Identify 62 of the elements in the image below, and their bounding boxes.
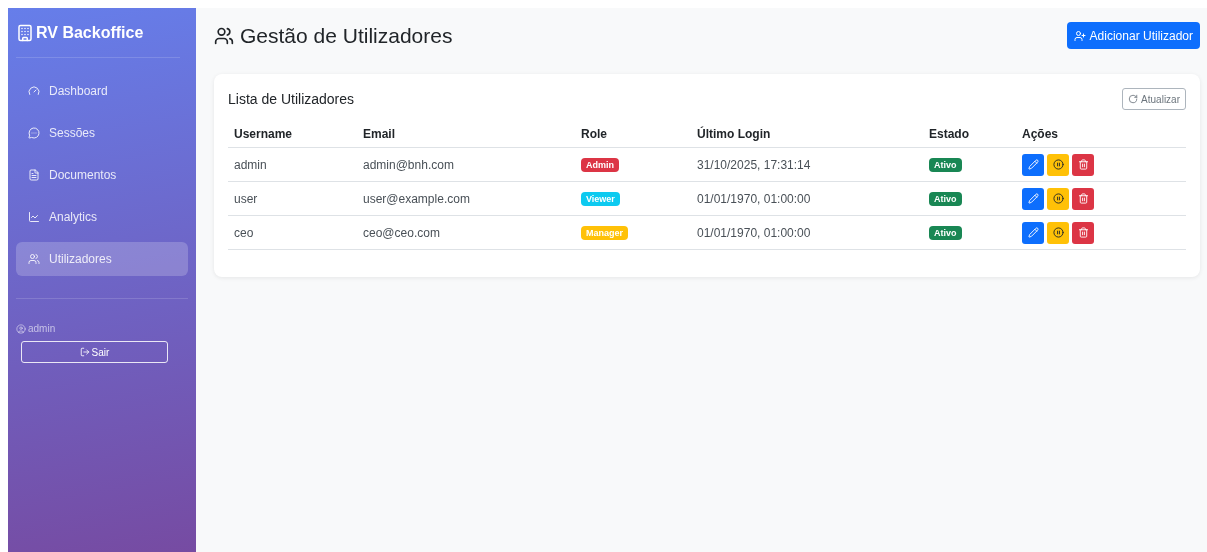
column-header: Estado [923,127,1016,148]
table-cell: 01/01/1970, 01:00:00 [691,181,923,216]
column-header: Email [357,127,575,148]
line-chart-icon [28,211,40,223]
status-badge: Ativo [929,226,962,240]
column-header: Role [575,127,691,148]
logout-button[interactable]: Sair [21,341,168,363]
trash-icon [1077,193,1089,204]
pause-button[interactable] [1047,221,1069,244]
edit-button[interactable] [1022,221,1044,244]
trash-icon [1077,159,1089,170]
card-title: Lista de Utilizadores [228,91,355,107]
add-user-button[interactable]: Adicionar Utilizador [1066,22,1200,49]
add-user-icon [1073,29,1086,42]
status-badge: Ativo [929,192,962,206]
table-cell: admin@bnh.com [357,147,575,182]
refresh-icon [1128,94,1139,104]
pencil-icon [1027,159,1039,170]
refresh-button[interactable]: Atualizar [1122,88,1186,110]
document-icon [28,169,40,181]
sidebar-item[interactable]: Analytics [16,200,188,234]
edit-button[interactable] [1022,153,1044,176]
sidebar-item[interactable]: Utilizadores [16,242,188,276]
sidebar-item[interactable]: Documentos [16,158,188,192]
table-cell: 31/10/2025, 17:31:14 [691,147,923,182]
pause-button[interactable] [1047,187,1069,210]
sidebar-item[interactable]: Dashboard [16,74,188,108]
users-icon [214,25,234,46]
username-label: admin [28,323,56,334]
pause-icon [1052,193,1064,204]
sidebar-item[interactable]: Sessões [16,116,188,150]
table-cell: user@example.com [357,181,575,216]
brand-title: RV Backoffice [36,23,144,42]
pencil-icon [1027,193,1039,204]
chat-bubble-icon [28,127,40,139]
table-cell: ceo@ceo.com [357,215,575,250]
column-header: Último Login [691,127,923,148]
user-icon [16,323,26,334]
table-cell: admin [228,147,357,182]
pause-icon [1052,227,1064,238]
exit-arrow-icon [79,347,90,357]
pause-icon [1052,159,1064,170]
trash-icon [1077,227,1089,238]
delete-button[interactable] [1072,153,1094,176]
status-badge: Ativo [929,158,962,172]
role-badge: Viewer [581,192,620,206]
role-badge: Manager [581,226,628,240]
delete-button[interactable] [1072,187,1094,210]
column-header: Username [228,127,357,148]
users-icon [28,253,40,265]
role-badge: Admin [581,158,619,172]
pencil-icon [1027,227,1039,238]
pause-button[interactable] [1047,153,1069,176]
table-cell: user [228,181,357,216]
page-title: Gestão de Utilizadores [240,23,453,48]
table-cell: 01/01/1970, 01:00:00 [691,215,923,250]
delete-button[interactable] [1072,221,1094,244]
edit-button[interactable] [1022,187,1044,210]
table-cell: ceo [228,215,357,250]
gauge-icon [28,85,40,97]
column-header: Ações [1016,127,1186,148]
building-icon [16,23,34,42]
